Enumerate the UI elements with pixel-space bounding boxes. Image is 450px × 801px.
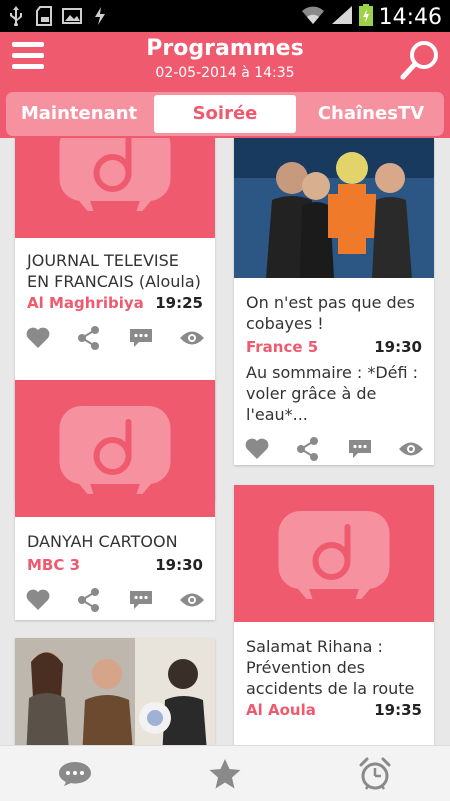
sync-icon (90, 5, 110, 27)
usb-icon (6, 5, 26, 27)
program-title: On n'est pas que des cobayes ! (246, 293, 415, 333)
clock: 14:46 (378, 4, 442, 30)
program-time: 19:30 (374, 338, 422, 356)
program-card[interactable]: Salamat Rihana : Prévention des accident… (234, 485, 434, 745)
program-card[interactable]: DANYAH CARTOON MBC 3 19:30 (15, 380, 215, 620)
battery-charging-icon (358, 4, 373, 30)
program-summary: Au sommaire : *Défi : voler grâce à de l… (246, 363, 419, 424)
app-bar: Programmes 02-05-2014 à 14:35 (0, 32, 450, 88)
comment-icon[interactable] (128, 587, 154, 613)
program-title: JOURNAL TELEVISE EN FRANCAIS (Aloula) (27, 251, 201, 291)
status-bar: 14:46 (0, 0, 450, 32)
program-photo (15, 638, 215, 745)
tv-logo-icon (278, 510, 390, 599)
program-grid: JOURNAL TELEVISE EN FRANCAIS (Aloula) Al… (0, 138, 450, 745)
tab-chainestv[interactable]: ChaînesTV (300, 95, 442, 133)
program-time: 19:25 (155, 294, 203, 312)
star-icon[interactable] (205, 754, 245, 794)
heart-icon[interactable] (244, 436, 270, 462)
comment-icon[interactable] (347, 436, 373, 462)
tv-logo-icon (59, 138, 171, 211)
program-time: 19:35 (374, 701, 422, 719)
eye-icon[interactable] (179, 325, 205, 351)
tv-logo-icon (59, 405, 171, 494)
page-title: Programmes (146, 36, 304, 61)
program-image (234, 485, 434, 622)
heart-icon[interactable] (25, 587, 51, 613)
image-icon (62, 5, 82, 27)
heart-icon[interactable] (25, 325, 51, 351)
signal-icon (331, 5, 353, 29)
program-channel: Al Aoula (246, 701, 316, 719)
program-title: Salamat Rihana : Prévention des accident… (246, 637, 415, 698)
alarm-clock-icon[interactable] (355, 754, 395, 794)
share-icon[interactable] (295, 436, 321, 462)
tab-maintenant[interactable]: Maintenant (8, 95, 150, 133)
page-subtitle-date: 02-05-2014 à 14:35 (155, 65, 295, 81)
chat-icon[interactable] (55, 754, 95, 794)
tab-bar: Maintenant Soirée ChaînesTV (0, 88, 450, 138)
program-image (15, 380, 215, 517)
search-icon[interactable] (398, 38, 442, 82)
bottom-nav (0, 745, 450, 801)
program-photo (234, 138, 434, 278)
sd-card-icon (34, 5, 54, 27)
share-icon[interactable] (76, 325, 102, 351)
eye-icon[interactable] (179, 587, 205, 613)
program-channel: MBC 3 (27, 556, 81, 574)
comment-icon[interactable] (128, 325, 154, 351)
program-channel: Al Maghribiya (27, 294, 144, 312)
program-channel: France 5 (246, 338, 319, 356)
program-title: DANYAH CARTOON (27, 532, 178, 551)
program-card[interactable]: On n'est pas que des cobayes ! France 5 1… (234, 138, 434, 465)
tab-soiree[interactable]: Soirée (154, 95, 296, 133)
program-image (15, 138, 215, 238)
eye-icon[interactable] (398, 436, 424, 462)
share-icon[interactable] (76, 587, 102, 613)
wifi-icon (301, 5, 325, 29)
program-time: 19:30 (155, 556, 203, 574)
program-card[interactable] (15, 638, 215, 745)
